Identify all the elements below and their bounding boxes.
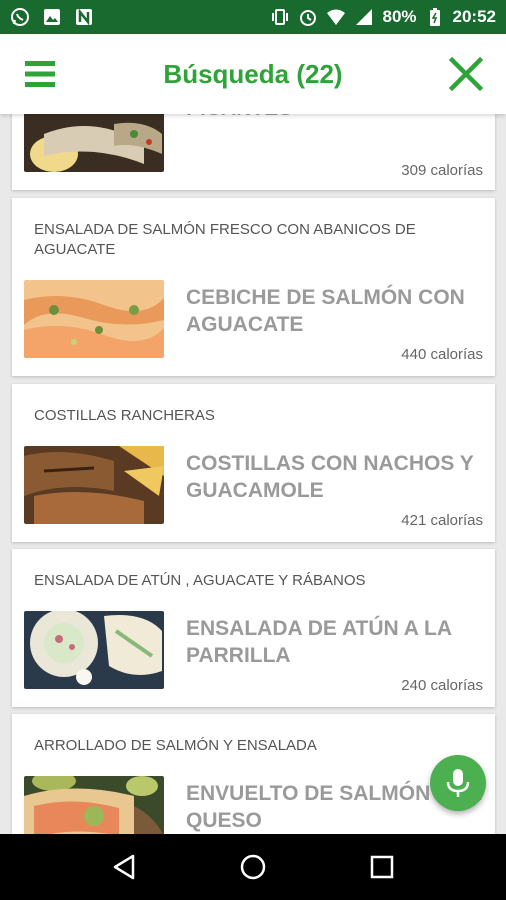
recipe-thumbnail: [24, 446, 164, 524]
recipe-subtitle: ENSALADA DE ATÚN , AGUACATE Y RÁBANOS: [34, 572, 366, 589]
recipe-thumbnail: [24, 280, 164, 358]
app-n-icon: [74, 7, 94, 27]
gallery-icon: [42, 7, 62, 27]
close-button[interactable]: [426, 34, 506, 114]
recipe-thumbnail: [24, 611, 164, 689]
recipe-calories: 440 calorías: [401, 346, 483, 363]
recipe-subtitle: ARROLLADO DE SALMÓN Y ENSALADA: [34, 737, 317, 754]
microphone-icon: [446, 769, 470, 797]
status-bar: 80% 20:52: [0, 0, 506, 34]
recipe-thumbnail: [24, 114, 164, 172]
battery-percent: 80%: [382, 7, 417, 26]
system-nav-bar: [0, 834, 506, 900]
recipe-card[interactable]: ENSALADA DE ATÚN , AGUACATE Y RÁBANOS EN…: [12, 549, 495, 707]
recipe-subtitle: COSTILLAS RANCHERAS: [34, 407, 215, 424]
signal-icon: [354, 7, 374, 27]
wifi-icon: [326, 7, 346, 27]
recipe-name: ENSALADA DE ATÚN A LA PARRILLA: [186, 617, 452, 667]
recipe-name: BURRITOS DE POLLO PICANTES: [186, 114, 486, 122]
home-button[interactable]: [228, 842, 278, 892]
home-circle-icon: [240, 854, 266, 880]
clock: 20:52: [452, 7, 496, 26]
recipe-card[interactable]: BURRITOS DE POLLO PICANTES 309 calorías: [12, 114, 495, 190]
recipe-thumbnail: [24, 776, 164, 834]
back-triangle-icon: [114, 854, 135, 880]
recipe-calories: 309 calorías: [401, 162, 483, 179]
recipe-calories: 240 calorías: [401, 677, 483, 694]
recents-button[interactable]: [357, 842, 407, 892]
voice-search-button[interactable]: [430, 755, 486, 811]
vibrate-icon: [270, 7, 290, 27]
app-bar: Búsqueda (22): [0, 34, 506, 114]
recipe-calories: 421 calorías: [401, 512, 483, 529]
hamburger-icon: [25, 61, 55, 87]
recipe-subtitle: ENSALADA DE SALMÓN FRESCO CON ABANICOS D…: [34, 221, 416, 258]
recipe-name: CEBICHE DE SALMÓN CON AGUACATE: [186, 286, 465, 336]
recents-square-icon: [370, 855, 393, 879]
menu-button[interactable]: [0, 34, 80, 114]
recipe-card[interactable]: ENSALADA DE SALMÓN FRESCO CON ABANICOS D…: [12, 198, 495, 376]
whatsapp-icon: [10, 7, 30, 27]
alarm-icon: [298, 7, 318, 27]
recipe-name: COSTILLAS CON NACHOS Y GUACAMOLE: [186, 452, 474, 502]
close-icon: [449, 57, 483, 91]
battery-icon: [425, 7, 445, 27]
recipe-card[interactable]: ARROLLADO DE SALMÓN Y ENSALADA ENVUELTO …: [12, 714, 495, 834]
back-button[interactable]: [99, 842, 149, 892]
page-title: Búsqueda (22): [163, 58, 343, 89]
recipe-list[interactable]: BURRITOS DE POLLO PICANTES 309 calorías …: [0, 114, 506, 834]
recipe-card[interactable]: COSTILLAS RANCHERAS COSTILLAS CON NACHOS…: [12, 384, 495, 542]
